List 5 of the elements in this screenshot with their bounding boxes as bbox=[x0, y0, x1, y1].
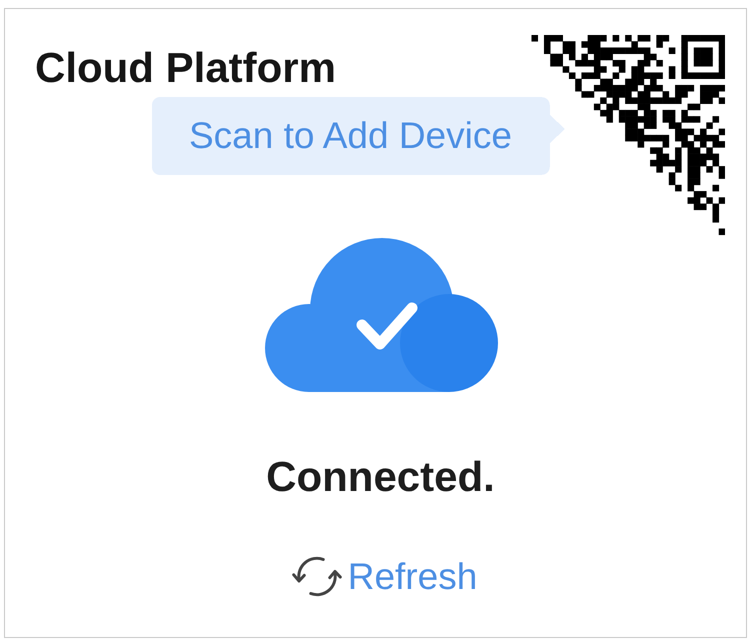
refresh-icon bbox=[292, 556, 342, 597]
scan-tooltip: Scan to Add Device bbox=[152, 97, 565, 175]
card-title: Cloud Platform bbox=[35, 43, 336, 93]
refresh-button[interactable]: Refresh bbox=[292, 554, 478, 599]
status-text: Connected. bbox=[266, 452, 495, 502]
